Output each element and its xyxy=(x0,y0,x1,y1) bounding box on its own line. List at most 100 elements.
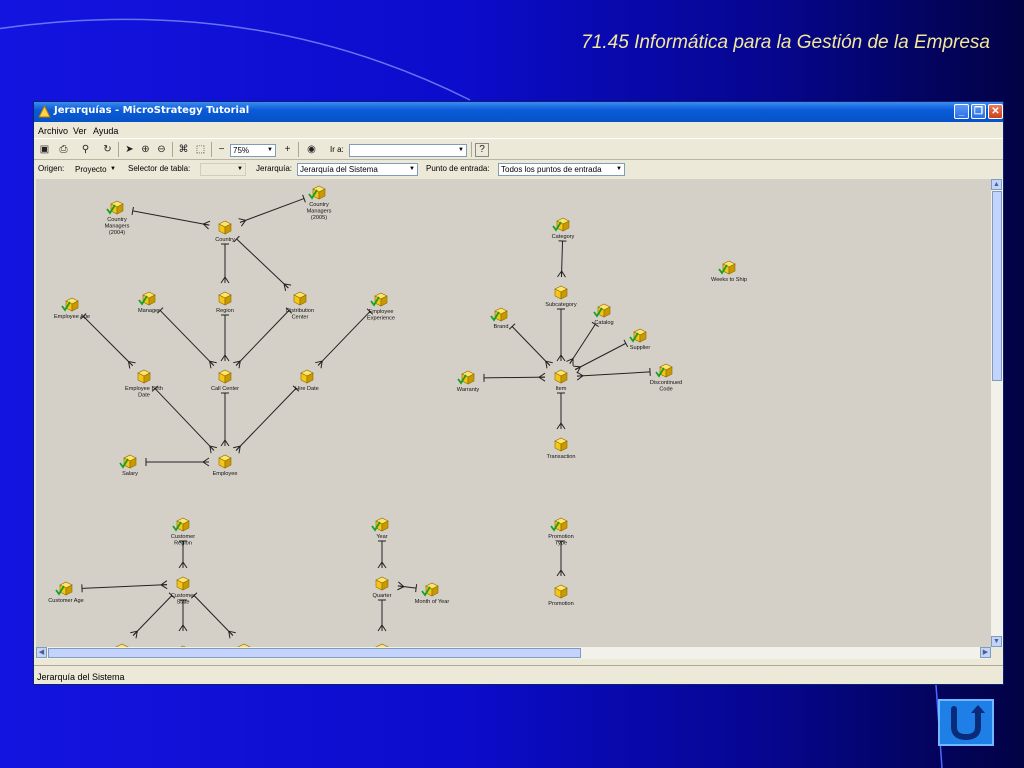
relationship-cust_state-offscreen xyxy=(130,592,176,639)
help-icon[interactable]: ? xyxy=(475,143,489,157)
decorative-arc xyxy=(0,18,471,101)
attribute-cust-age[interactable] xyxy=(55,581,73,596)
node-label-cm2004: Managers xyxy=(105,224,130,230)
node-label-promo-type: Promotion xyxy=(548,534,574,540)
attribute-supplier[interactable] xyxy=(629,328,647,343)
attribute-emp-birth[interactable] xyxy=(137,369,151,384)
node-label-emp-exp: Employee xyxy=(369,309,394,315)
relationship-discontinued-item xyxy=(576,367,651,381)
entry-point-select[interactable]: Todos los puntos de entrada ▼ xyxy=(498,163,625,176)
node-label-item: Item xyxy=(556,386,567,392)
status-text: Jerarquía del Sistema xyxy=(37,672,125,682)
relationship-emp_birth-employee xyxy=(151,385,217,454)
attribute-country[interactable] xyxy=(218,220,232,235)
attribute-discontinued[interactable] xyxy=(655,363,673,378)
node-label-dist: Distribution xyxy=(286,308,314,314)
node-label-catalog: Catalog xyxy=(594,320,613,326)
attribute-cust-region[interactable] xyxy=(172,517,190,532)
refresh-icon[interactable]: ↻ xyxy=(100,142,115,157)
horizontal-scroll-thumb[interactable] xyxy=(48,648,581,658)
scroll-down-icon[interactable]: ▼ xyxy=(991,636,1002,647)
attribute-brand[interactable] xyxy=(490,307,508,322)
attribute-cm2005[interactable] xyxy=(308,185,326,200)
chevron-down-icon: ▼ xyxy=(458,147,464,153)
attribute-promotion[interactable] xyxy=(554,584,568,599)
scroll-left-icon[interactable]: ◀ xyxy=(36,647,47,658)
zoom-minus-button[interactable]: − xyxy=(214,142,229,157)
node-label-warranty: Warranty xyxy=(457,387,480,393)
node-label-promo-type: Type xyxy=(555,541,567,547)
zoom-in-icon[interactable]: ⊕ xyxy=(138,142,153,157)
node-label-category: Category xyxy=(552,234,575,240)
menu-ayuda[interactable]: Ayuda xyxy=(93,126,118,136)
node-label-dist: Center xyxy=(292,315,309,321)
scroll-right-icon[interactable]: ▶ xyxy=(980,647,991,658)
attribute-cust-state[interactable] xyxy=(176,576,190,591)
attribute-region[interactable] xyxy=(218,291,232,306)
attribute-subcategory[interactable] xyxy=(554,285,568,300)
origin-value: Proyecto xyxy=(75,165,107,174)
table-selector-select[interactable]: ▼ xyxy=(200,163,246,176)
attribute-dist[interactable] xyxy=(293,291,307,306)
attribute-item[interactable] xyxy=(554,369,568,384)
attribute-year[interactable] xyxy=(371,517,389,532)
app-window: Jerarquías - MicroStrategy Tutorial _ ❐ … xyxy=(33,101,1004,685)
attribute-category[interactable] xyxy=(552,217,570,232)
node-label-emp-age: Employee Age xyxy=(54,314,90,320)
node-label-cm2005: Country xyxy=(309,202,329,208)
attribute-catalog[interactable] xyxy=(593,303,611,318)
vertical-scrollbar[interactable]: ▲ ▼ xyxy=(991,179,1003,647)
origin-select[interactable]: Proyecto ▼ xyxy=(72,163,119,176)
visibility-icon[interactable]: ◉ xyxy=(304,142,319,157)
relationship-region-callcenter xyxy=(220,314,230,362)
vertical-scroll-thumb[interactable] xyxy=(992,191,1002,381)
zoom-out-icon[interactable]: ⊖ xyxy=(154,142,169,157)
node-label-cm2004: (2004) xyxy=(109,230,125,236)
attribute-hire[interactable] xyxy=(300,369,314,384)
scroll-up-icon[interactable]: ▲ xyxy=(991,179,1002,190)
attribute-callcenter[interactable] xyxy=(218,369,232,384)
relationship-subcategory-item xyxy=(556,308,566,362)
menu-archivo[interactable]: Archivo xyxy=(38,126,68,136)
attribute-weeks[interactable] xyxy=(718,260,736,275)
minimize-icon[interactable]: _ xyxy=(954,104,969,119)
attribute-quarter[interactable] xyxy=(375,576,389,591)
return-button[interactable] xyxy=(938,699,994,746)
hierarchy-layout-icon[interactable]: ⌘ xyxy=(176,142,191,157)
node-label-cm2005: (2005) xyxy=(311,215,327,221)
goto-select[interactable]: ▼ xyxy=(349,144,467,157)
menu-ver[interactable]: Ver xyxy=(73,126,87,136)
zoom-select[interactable]: 75% ▼ xyxy=(230,144,276,157)
app-icon xyxy=(38,105,51,118)
relationship-warranty-item xyxy=(483,372,546,382)
attribute-month-of-year[interactable] xyxy=(421,582,439,597)
attribute-warranty[interactable] xyxy=(457,370,475,385)
attribute-transaction[interactable] xyxy=(554,437,568,452)
horizontal-scrollbar[interactable]: ◀ ▶ xyxy=(36,647,991,659)
node-label-country: Country xyxy=(215,237,235,243)
pointer-icon[interactable]: ➤ xyxy=(122,142,137,157)
chevron-down-icon: ▼ xyxy=(110,166,116,172)
print-icon[interactable]: ⎙ xyxy=(56,142,71,157)
window-titlebar[interactable]: Jerarquías - MicroStrategy Tutorial _ ❐ … xyxy=(34,102,1003,122)
node-label-employee: Employee xyxy=(213,471,238,477)
attribute-manager[interactable] xyxy=(138,291,156,306)
hierarchy-canvas[interactable]: Country Managers (2004) Country Managers (200… xyxy=(36,179,991,647)
hierarchy-select[interactable]: Jerarquía del Sistema ▼ xyxy=(297,163,418,176)
attribute-employee[interactable] xyxy=(218,454,232,469)
node-label-weeks: Weeks to Ship xyxy=(711,277,747,283)
find-icon[interactable]: ⚲ xyxy=(78,142,93,157)
attribute-emp-exp[interactable] xyxy=(370,292,388,307)
entry-point-value: Todos los puntos de entrada xyxy=(501,165,602,174)
attribute-salary[interactable] xyxy=(119,454,137,469)
node-label-subcategory: Subcategory xyxy=(545,302,577,308)
close-icon[interactable]: ✕ xyxy=(988,104,1003,119)
select-area-icon[interactable]: ⬚ xyxy=(193,142,208,157)
attribute-cm2004[interactable] xyxy=(106,200,124,215)
maximize-icon[interactable]: ❐ xyxy=(971,104,986,119)
attribute-emp-age[interactable] xyxy=(61,297,79,312)
attribute-promo-type[interactable] xyxy=(550,517,568,532)
node-label-discontinued: Discontinued xyxy=(650,380,682,386)
zoom-plus-button[interactable]: + xyxy=(280,142,295,157)
save-icon[interactable]: ▣ xyxy=(37,142,52,157)
